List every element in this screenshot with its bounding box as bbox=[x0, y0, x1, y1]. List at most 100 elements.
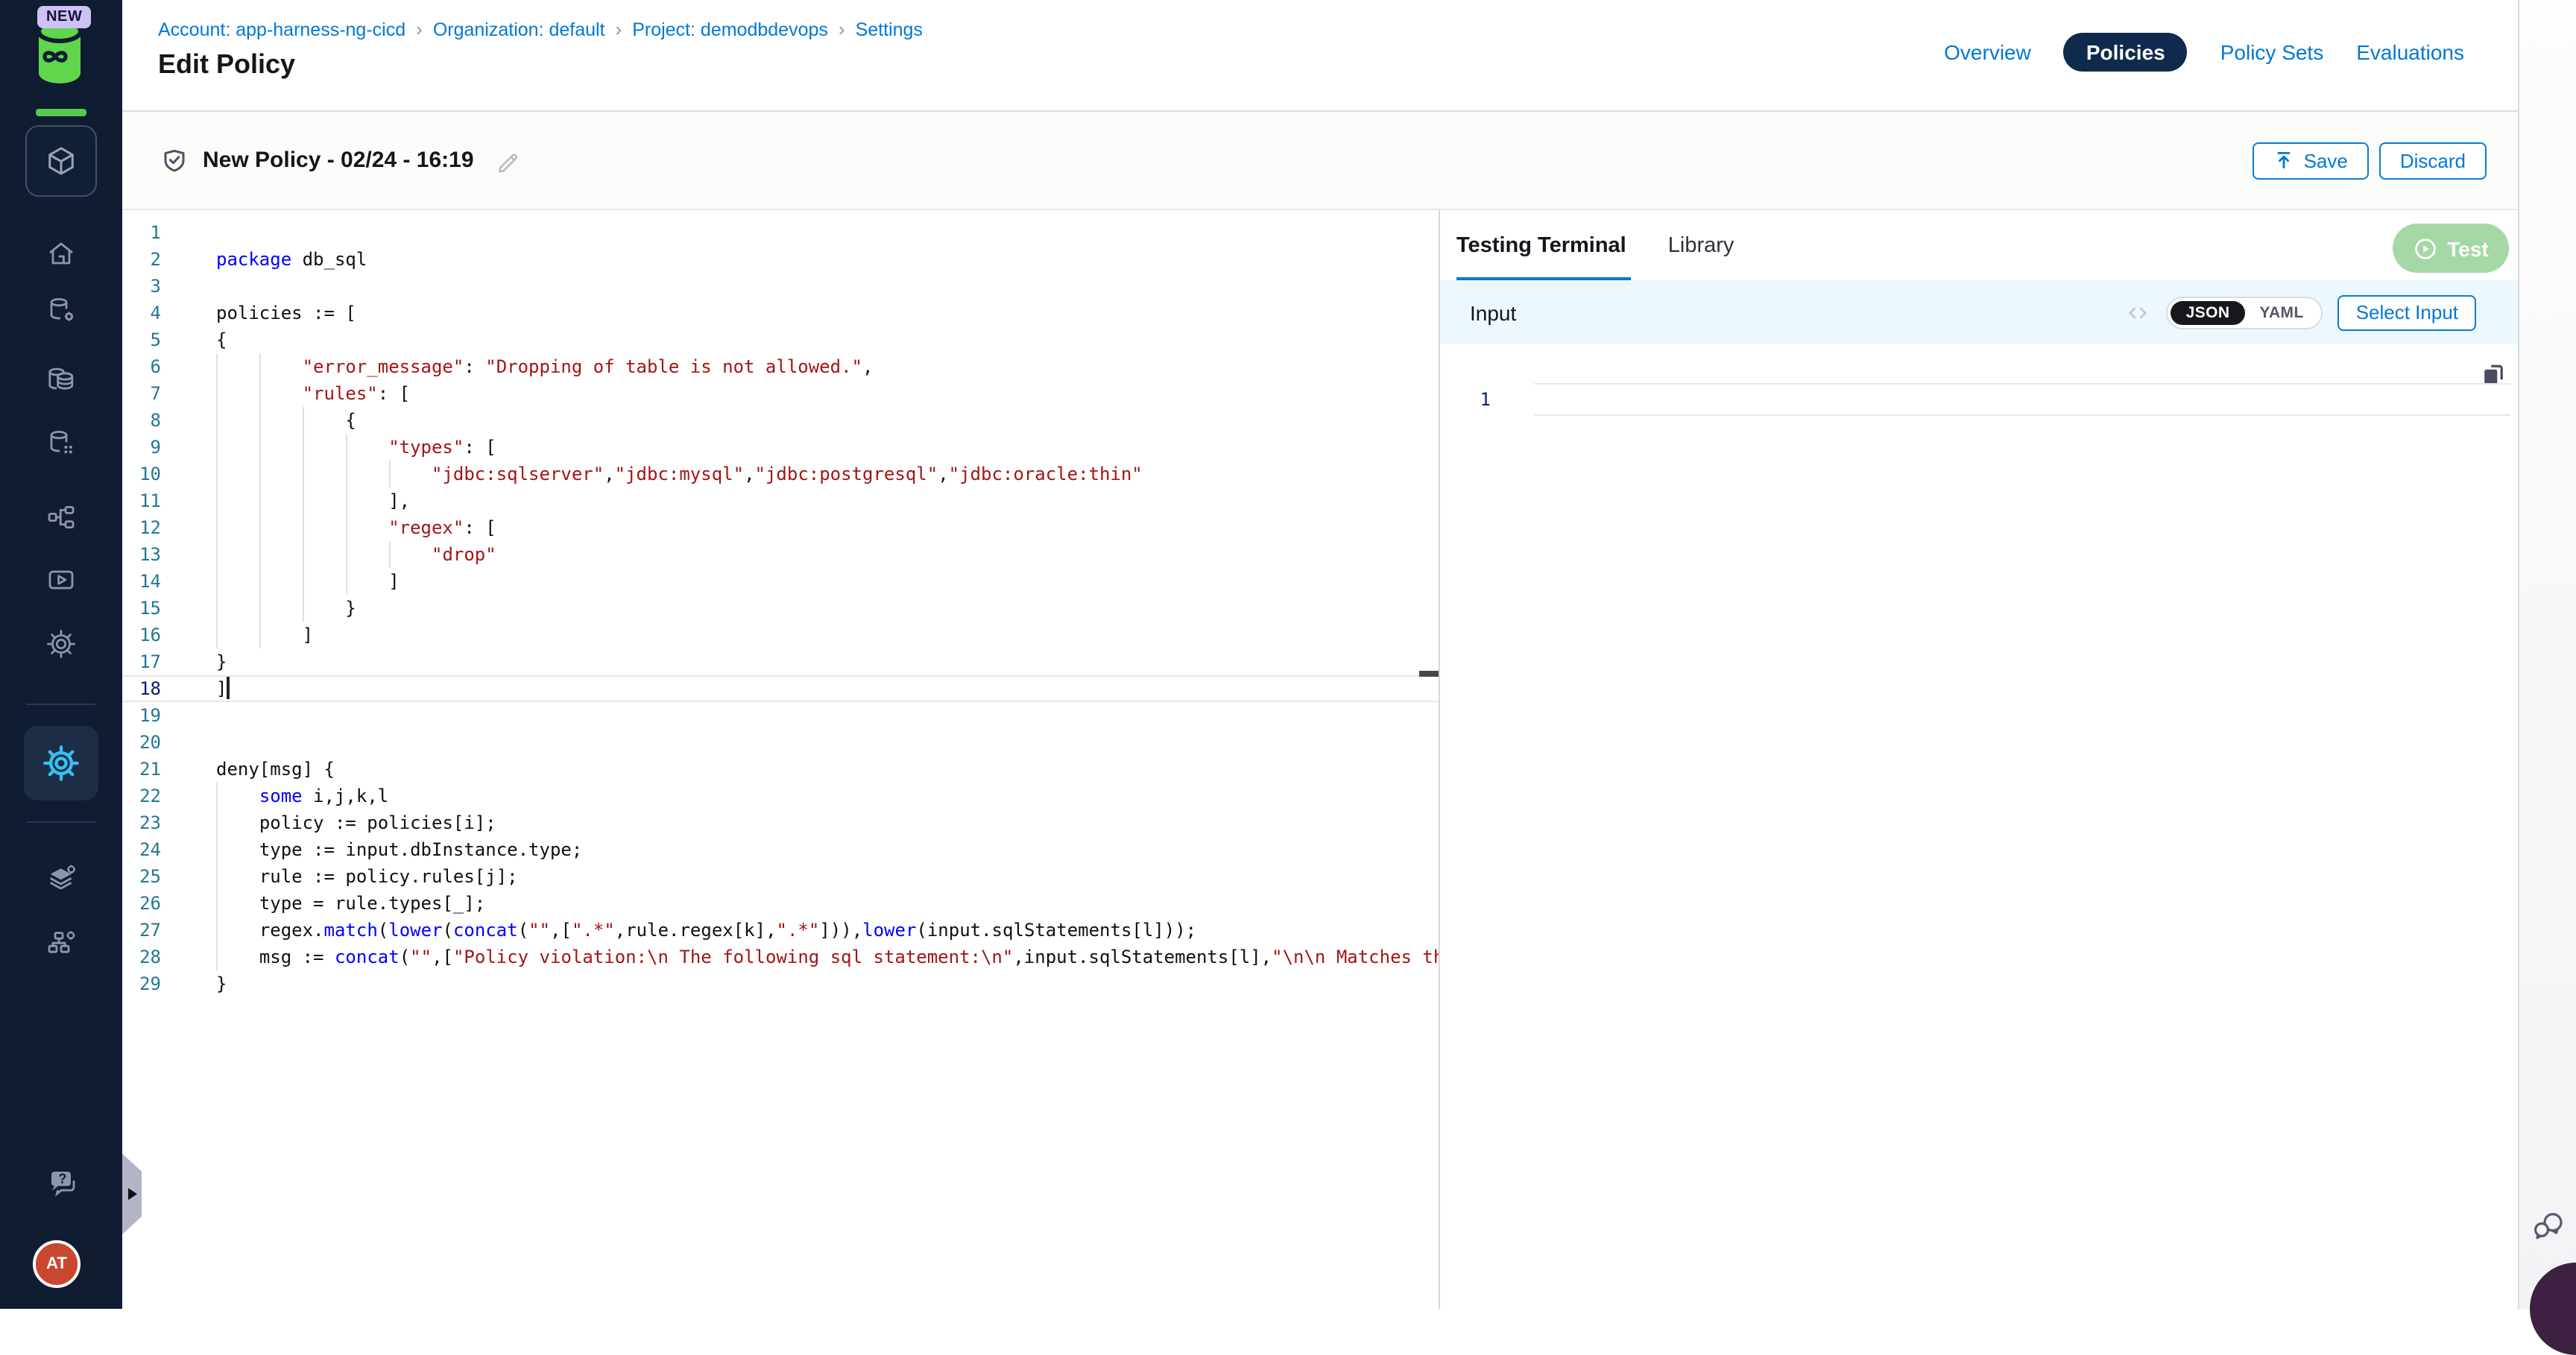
code-line-5[interactable]: 5{ bbox=[122, 326, 1439, 353]
save-button[interactable]: Save bbox=[2253, 142, 2369, 179]
breadcrumb: Account: app-harness-ng-cicd › Organizat… bbox=[158, 18, 923, 40]
format-toggle[interactable]: JSON YAML bbox=[2167, 296, 2323, 329]
code-line-7[interactable]: 7 "rules": [ bbox=[122, 380, 1439, 407]
cube-icon bbox=[43, 143, 79, 179]
code-line-17[interactable]: 17} bbox=[122, 648, 1439, 675]
support-chat-icon[interactable] bbox=[2530, 1207, 2569, 1246]
sidebar-item-pipelines[interactable] bbox=[45, 501, 78, 534]
policy-toolbar: New Policy - 02/24 - 16:19 Save Discard bbox=[122, 112, 2518, 210]
code-line-26[interactable]: 26 type = rule.types[_]; bbox=[122, 890, 1439, 917]
code-line-27[interactable]: 27 regex.match(lower(concat("",[".*",rul… bbox=[122, 917, 1439, 944]
gear-active-icon bbox=[42, 744, 80, 783]
code-line-3[interactable]: 3 bbox=[122, 273, 1439, 300]
breadcrumb-settings[interactable]: Settings bbox=[856, 19, 923, 40]
sidebar-item-home[interactable] bbox=[45, 237, 78, 270]
sidebar-item-executions[interactable] bbox=[45, 563, 78, 596]
line-number: 15 bbox=[122, 595, 161, 622]
tab-overview[interactable]: Overview bbox=[1944, 40, 2031, 64]
code-text: "regex": [ bbox=[216, 514, 496, 541]
code-line-4[interactable]: 4policies := [ bbox=[122, 300, 1439, 326]
testing-panel: Testing Terminal Library Test Input JSON bbox=[1440, 210, 2518, 1309]
tab-evaluations[interactable]: Evaluations bbox=[2356, 40, 2464, 64]
sidebar-item-org-settings[interactable] bbox=[45, 926, 78, 958]
format-option-yaml[interactable]: YAML bbox=[2245, 300, 2319, 324]
code-line-12[interactable]: 12 "regex": [ bbox=[122, 514, 1439, 541]
code-line-2[interactable]: 2package db_sql bbox=[122, 246, 1439, 273]
tab-policies[interactable]: Policies bbox=[2064, 33, 2188, 72]
code-line-29[interactable]: 29} bbox=[122, 970, 1439, 997]
breadcrumb-account[interactable]: Account: app-harness-ng-cicd bbox=[158, 19, 405, 40]
code-line-14[interactable]: 14 ] bbox=[122, 568, 1439, 595]
code-line-19[interactable]: 19 bbox=[122, 702, 1439, 729]
code-line-21[interactable]: 21deny[msg] { bbox=[122, 756, 1439, 783]
workflow-icon bbox=[45, 501, 78, 534]
sidebar-item-database-schema[interactable] bbox=[45, 426, 78, 459]
line-number: 3 bbox=[122, 273, 161, 300]
line-number: 27 bbox=[122, 917, 161, 944]
code-line-24[interactable]: 24 type := input.dbInstance.type; bbox=[122, 836, 1439, 863]
line-number: 28 bbox=[122, 944, 161, 970]
database-stack-icon bbox=[45, 362, 78, 395]
play-circle-icon bbox=[2413, 236, 2437, 260]
code-line-8[interactable]: 8 { bbox=[122, 407, 1439, 434]
breadcrumb-separator: › bbox=[616, 18, 622, 40]
database-gear-icon bbox=[45, 294, 78, 326]
code-line-11[interactable]: 11 ], bbox=[122, 487, 1439, 514]
line-number: 23 bbox=[122, 809, 161, 836]
sidebar-item-environments[interactable] bbox=[45, 862, 78, 894]
format-option-json[interactable]: JSON bbox=[2171, 300, 2245, 324]
input-label: Input bbox=[1470, 300, 1516, 324]
left-sidebar: NEW bbox=[0, 0, 122, 1309]
tab-library[interactable]: Library bbox=[1668, 210, 1734, 280]
code-line-18[interactable]: 18] bbox=[122, 675, 1439, 702]
home-icon bbox=[45, 237, 78, 270]
code-line-22[interactable]: 22 some i,j,k,l bbox=[122, 783, 1439, 809]
sidebar-item-database-instances[interactable] bbox=[45, 362, 78, 395]
code-line-25[interactable]: 25 rule := policy.rules[j]; bbox=[122, 863, 1439, 890]
tab-testing-terminal[interactable]: Testing Terminal bbox=[1456, 210, 1626, 280]
select-input-button[interactable]: Select Input bbox=[2338, 294, 2476, 330]
database-grid-icon bbox=[45, 426, 78, 459]
sidebar-item-help[interactable]: ? bbox=[45, 1164, 83, 1203]
edit-pencil-icon[interactable] bbox=[495, 148, 520, 173]
code-line-16[interactable]: 16 ] bbox=[122, 622, 1439, 648]
avatar[interactable]: AT bbox=[33, 1240, 80, 1288]
line-number: 4 bbox=[122, 300, 161, 326]
expand-code-icon[interactable] bbox=[2125, 299, 2152, 326]
code-line-28[interactable]: 28 msg := concat("",["Policy violation:\… bbox=[122, 944, 1439, 970]
code-line-1[interactable]: 1 bbox=[122, 219, 1439, 246]
code-line-6[interactable]: 6 "error_message": "Dropping of table is… bbox=[122, 353, 1439, 380]
code-line-9[interactable]: 9 "types": [ bbox=[122, 434, 1439, 461]
code-text: ] bbox=[216, 622, 313, 648]
module-selector[interactable] bbox=[25, 125, 97, 197]
sidebar-item-project-settings-active[interactable] bbox=[24, 726, 98, 800]
code-text: type = rule.types[_]; bbox=[216, 890, 485, 917]
sidebar-divider bbox=[27, 704, 95, 705]
line-number: 26 bbox=[122, 890, 161, 917]
text-cursor bbox=[227, 677, 229, 699]
code-line-23[interactable]: 23 policy := policies[i]; bbox=[122, 809, 1439, 836]
line-number: 21 bbox=[122, 756, 161, 783]
test-button[interactable]: Test bbox=[2393, 224, 2509, 273]
code-line-10[interactable]: 10 "jdbc:sqlserver","jdbc:mysql","jdbc:p… bbox=[122, 461, 1439, 487]
org-gear-icon bbox=[45, 926, 78, 958]
sidebar-item-settings[interactable] bbox=[45, 628, 78, 660]
code-text: ], bbox=[216, 487, 410, 514]
tab-policy-sets[interactable]: Policy Sets bbox=[2220, 40, 2324, 64]
line-number: 12 bbox=[122, 514, 161, 541]
code-line-15[interactable]: 15 } bbox=[122, 595, 1439, 622]
input-editor[interactable]: 1 bbox=[1440, 344, 2518, 1309]
discard-button[interactable]: Discard bbox=[2379, 142, 2487, 179]
code-line-20[interactable]: 20 bbox=[122, 729, 1439, 756]
line-number: 13 bbox=[122, 541, 161, 568]
breadcrumb-organization[interactable]: Organization: default bbox=[433, 19, 605, 40]
line-number: 9 bbox=[122, 434, 161, 461]
breadcrumb-project[interactable]: Project: demodbdevops bbox=[632, 19, 828, 40]
code-line-13[interactable]: 13 "drop" bbox=[122, 541, 1439, 568]
sidebar-item-database-settings[interactable] bbox=[45, 294, 78, 326]
chevron-right-icon bbox=[127, 1188, 136, 1200]
dbdevops-logo[interactable] bbox=[34, 18, 85, 94]
line-number: 20 bbox=[122, 729, 161, 756]
input-current-line[interactable] bbox=[1534, 383, 2510, 416]
policy-code-editor[interactable]: 12package db_sql34policies := [5{6 "erro… bbox=[122, 210, 1439, 1309]
